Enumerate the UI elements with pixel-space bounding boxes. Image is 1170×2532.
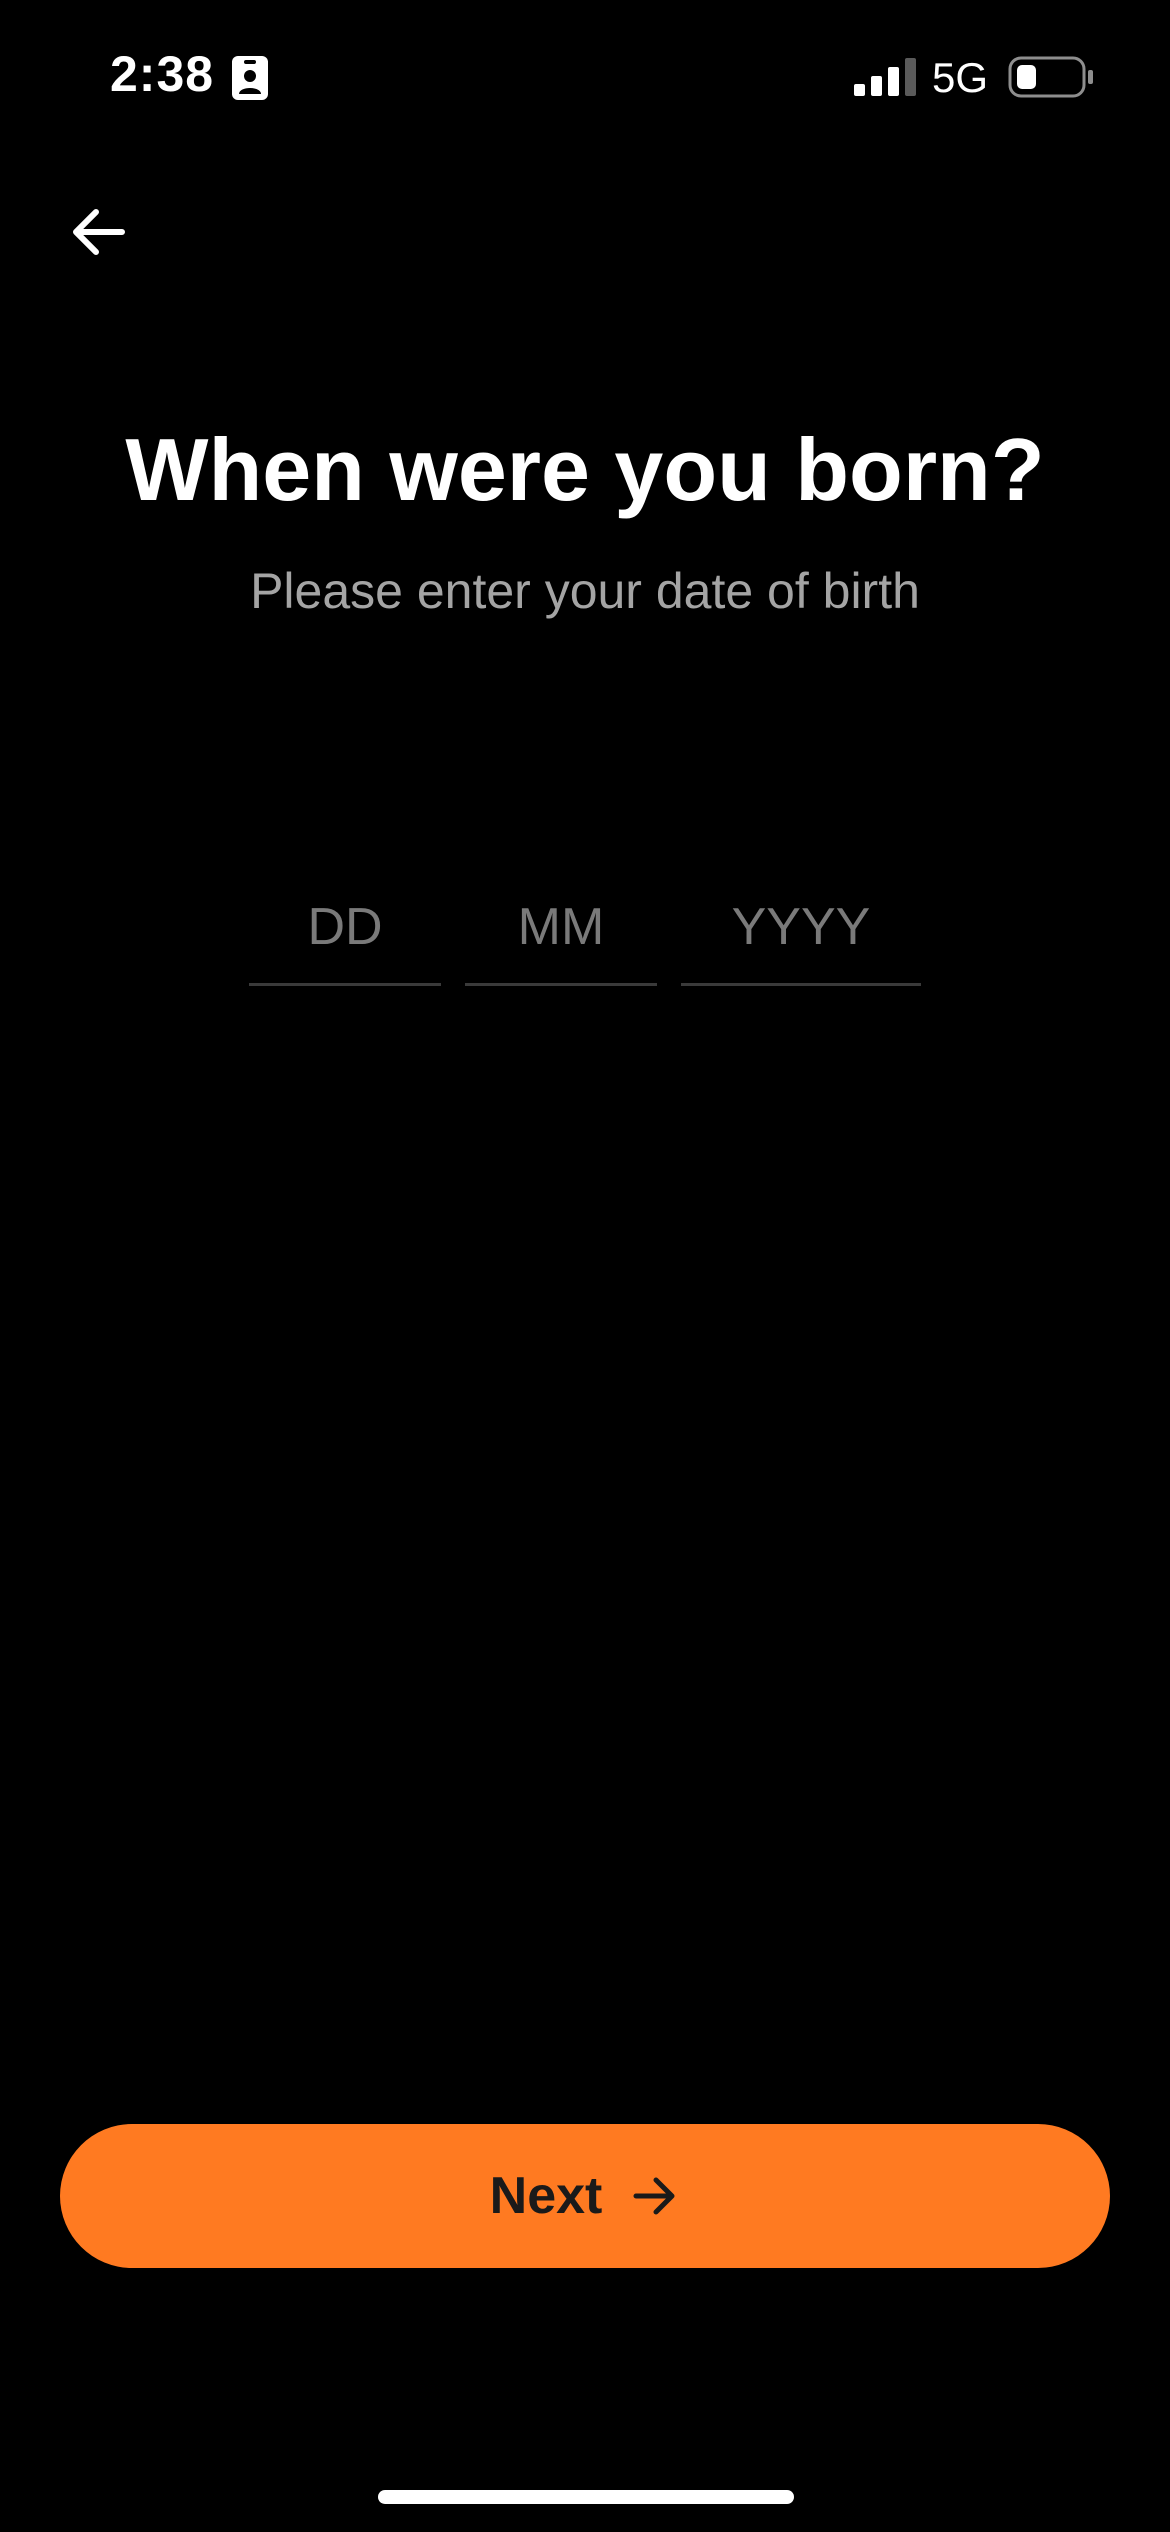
next-button[interactable]: Next: [60, 2124, 1110, 2268]
arrow-left-icon: [73, 209, 125, 255]
signal-icon: [854, 58, 916, 96]
month-input[interactable]: [465, 870, 657, 986]
next-button-label: Next: [489, 2167, 603, 2225]
network-label: 5G: [932, 54, 989, 101]
status-time: 2:38: [110, 46, 215, 102]
back-button[interactable]: [56, 190, 140, 274]
id-badge-icon: [232, 56, 268, 100]
arrow-right-icon: [633, 2177, 675, 2215]
status-bar: 2:38 5G: [0, 0, 1170, 150]
battery-icon: [1008, 56, 1093, 98]
day-input[interactable]: [249, 870, 441, 986]
year-input[interactable]: [681, 870, 921, 986]
page-title: When were you born?: [125, 420, 1045, 519]
home-indicator[interactable]: [378, 2490, 794, 2504]
page-subtitle: Please enter your date of birth: [250, 563, 920, 619]
